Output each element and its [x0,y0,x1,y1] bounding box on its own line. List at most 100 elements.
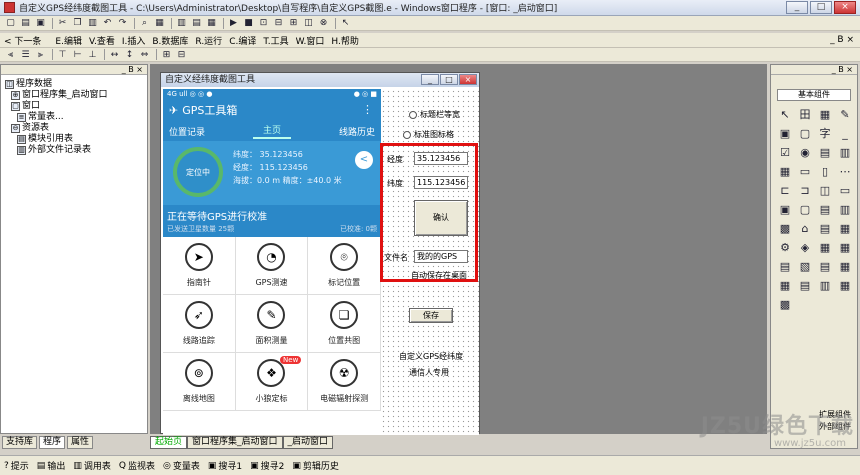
component-tool-icon[interactable]: ▦ [777,164,793,180]
redo-icon[interactable]: ↷ [116,17,129,29]
maximize-button[interactable]: □ [810,1,832,14]
close-button[interactable]: × [834,1,856,14]
lat-input[interactable]: 35.123456 [414,152,468,165]
status-tab-watch[interactable]: Q 监视表 [119,459,155,473]
panel-header[interactable]: _ B × [1,65,147,75]
save-icon[interactable]: ▣ [34,17,47,29]
window-grid3-icon[interactable]: ▦ [205,17,218,29]
menu-insert[interactable]: I.插入 [122,34,146,47]
form-maximize-button[interactable]: □ [440,74,458,85]
component-tool-icon[interactable]: _ [837,126,853,142]
layout-icon[interactable]: ▦ [153,17,166,29]
tree-item-program-data[interactable]: ◫ 程序数据 [5,79,143,90]
align-center-icon[interactable]: ☰ [19,49,32,61]
component-tool-icon[interactable]: ▤ [817,259,833,275]
component-tool-icon[interactable]: ▤ [817,145,833,161]
tab-start-page[interactable]: 起始页 [150,436,188,449]
same-height-icon[interactable]: ↕ [123,49,136,61]
component-tool-icon[interactable]: ▦ [817,240,833,256]
status-tab-hint[interactable]: ? 提示 [4,459,29,473]
component-tool-icon[interactable]: ◉ [797,145,813,161]
find-icon[interactable]: ⌕ [138,17,151,29]
component-tool-icon[interactable]: ▦ [777,278,793,294]
form-close-button[interactable]: × [459,74,477,85]
mdi-controls[interactable]: _ B × [830,35,854,45]
undo-icon[interactable]: ↶ [101,17,114,29]
component-tool-icon[interactable]: ✎ [837,107,853,123]
tree-item-module-refs[interactable]: ▤ 模块引用表 [5,134,143,145]
component-tool-icon[interactable]: ▢ [797,126,813,142]
panel-header[interactable]: _ B × [771,65,857,75]
menu-database[interactable]: B.数据库 [152,34,188,47]
status-tab-variables[interactable]: ◎ 变量表 [163,459,200,473]
status-tab-search1[interactable]: ▣ 搜寻1 [208,459,242,473]
step-into-icon[interactable]: ⊟ [272,17,285,29]
component-tool-icon[interactable]: ▦ [837,278,853,294]
component-tool-icon[interactable]: ↖ [777,107,793,123]
status-tab-search2[interactable]: ▣ 搜寻2 [250,459,284,473]
align-middle-icon[interactable]: ⊢ [71,49,84,61]
tab-window-assembly[interactable]: 窗口程序集_启动窗口 [187,436,283,449]
tree-item-constants[interactable]: ≡ 常量表... [5,112,143,123]
component-tool-icon[interactable]: ▦ [837,240,853,256]
tab-program[interactable]: 程序 [39,436,66,449]
component-tool-icon[interactable]: ▣ [777,126,793,142]
status-tab-output[interactable]: ▤ 输出 [37,459,66,473]
copy-icon[interactable]: ❐ [71,17,84,29]
new-file-icon[interactable]: ▢ [4,17,17,29]
tab-startup-window[interactable]: _启动窗口 [282,436,334,449]
watch-icon[interactable]: ⊗ [317,17,330,29]
tree-item-window[interactable]: ▢ 窗口 [5,101,143,112]
component-tool-icon[interactable]: ▤ [777,259,793,275]
window-grid2-icon[interactable]: ▤ [190,17,203,29]
run-icon[interactable]: ▶ [227,17,240,29]
align-left-icon[interactable]: ⫷ [4,49,17,61]
status-tab-clip-history[interactable]: ▣ 剪辑历史 [292,459,339,473]
help-cursor-icon[interactable]: ↖ [339,17,352,29]
component-tool-icon[interactable]: 田 [797,107,813,123]
h-spacing-icon[interactable]: ⊞ [160,49,173,61]
tab-properties[interactable]: 属性 [67,436,94,449]
menu-view[interactable]: V.查看 [89,34,115,47]
align-bottom-icon[interactable]: ⊥ [86,49,99,61]
component-tool-icon[interactable]: ▤ [817,221,833,237]
paste-icon[interactable]: ▥ [86,17,99,29]
basic-components-title[interactable]: 基本组件 [777,89,851,101]
undo-menu[interactable]: < 下一条 [4,34,41,47]
component-tool-icon[interactable]: ▦ [837,221,853,237]
radio-standard-icon[interactable]: 标准图标格 [403,129,454,140]
step-out-icon[interactable]: ⊞ [287,17,300,29]
component-tool-icon[interactable]: ▥ [837,145,853,161]
lng-input[interactable]: 115.123456 [414,176,468,189]
save-button[interactable]: 保存 [409,308,453,323]
align-right-icon[interactable]: ⫸ [34,49,47,61]
component-tool-icon[interactable]: ⊐ [797,183,813,199]
component-tool-icon[interactable]: ▤ [797,278,813,294]
menu-run[interactable]: R.运行 [195,34,222,47]
component-tool-icon[interactable]: ▥ [837,202,853,218]
component-tool-icon[interactable]: 字 [817,126,833,142]
component-tool-icon[interactable]: ▦ [817,107,833,123]
component-tool-icon[interactable]: ▩ [777,297,793,313]
step-icon[interactable]: ⊡ [257,17,270,29]
component-tool-icon[interactable]: ▤ [817,202,833,218]
cut-icon[interactable]: ✂ [56,17,69,29]
component-tool-icon[interactable]: ▭ [797,164,813,180]
tree-item-external-files[interactable]: ▥ 外部文件记录表 [5,145,143,156]
radio-title-equal-width[interactable]: 标题栏等宽 [409,109,460,120]
component-tool-icon[interactable]: ▦ [837,259,853,275]
form-minimize-button[interactable]: _ [421,74,439,85]
menu-tools[interactable]: T.工具 [263,34,288,47]
minimize-button[interactable]: _ [786,1,808,14]
same-width-icon[interactable]: ↔ [108,49,121,61]
stop-icon[interactable]: ■ [242,17,255,29]
component-tool-icon[interactable]: ▭ [837,183,853,199]
component-tool-icon[interactable]: ◈ [797,240,813,256]
same-size-icon[interactable]: ⇔ [138,49,151,61]
menu-help[interactable]: H.帮助 [331,34,358,47]
menu-window[interactable]: W.窗口 [296,34,325,47]
filename-input[interactable]: 我的的GPS [414,250,468,263]
menu-compile[interactable]: C.编译 [229,34,256,47]
component-tool-icon[interactable]: ⌂ [797,221,813,237]
component-tool-icon[interactable]: ☑ [777,145,793,161]
